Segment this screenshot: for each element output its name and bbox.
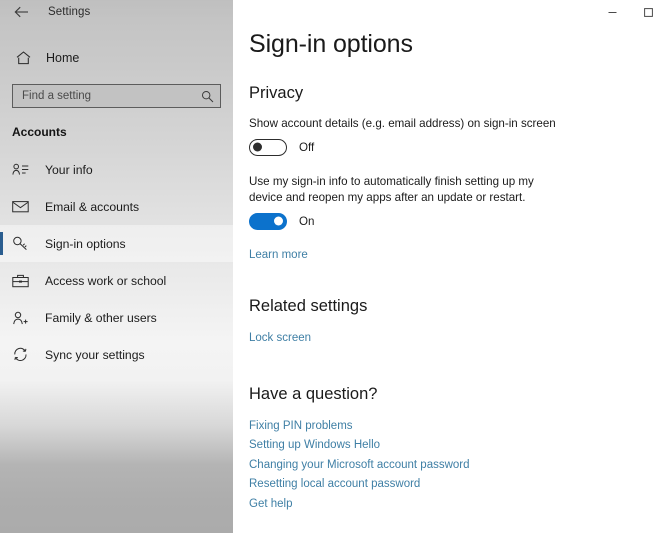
window-title: Settings: [48, 6, 91, 18]
sidebar-item-label: Sign-in options: [45, 236, 126, 251]
home-icon: [12, 48, 34, 68]
maximize-button[interactable]: [630, 0, 666, 24]
toggle-knob: [253, 142, 262, 152]
search-box[interactable]: [12, 84, 221, 108]
get-help-link[interactable]: Get help: [249, 495, 666, 515]
use-sign-in-info-toggle-row: On: [249, 212, 666, 230]
learn-more-link[interactable]: Learn more: [249, 246, 666, 266]
have-a-question-heading: Have a question?: [249, 384, 378, 403]
sidebar-item-label: Email & accounts: [45, 199, 140, 214]
use-sign-in-info-toggle[interactable]: [249, 212, 287, 230]
page-title: Sign-in options: [249, 30, 413, 58]
sync-icon: [12, 347, 34, 362]
envelope-icon: [12, 200, 34, 213]
main-content: Sign-in options Privacy Show account det…: [233, 0, 666, 533]
show-account-details-toggle[interactable]: [249, 138, 287, 156]
sidebar-item-home[interactable]: Home: [0, 41, 233, 75]
key-icon: [12, 236, 34, 251]
sidebar-item-label: Family & other users: [45, 310, 157, 325]
back-arrow-icon[interactable]: [8, 2, 34, 22]
resetting-local-account-password-link[interactable]: Resetting local account password: [249, 475, 666, 495]
settings-window: Settings Home Accounts: [0, 0, 666, 533]
privacy-heading: Privacy: [249, 84, 304, 102]
sidebar-item-sign-in-options[interactable]: Sign-in options: [0, 225, 233, 262]
sidebar-group-title: Accounts: [12, 125, 67, 139]
sidebar-item-email-accounts[interactable]: Email & accounts: [0, 188, 233, 225]
fixing-pin-problems-link[interactable]: Fixing PIN problems: [249, 417, 666, 437]
show-account-details-description: Show account details (e.g. email address…: [249, 117, 556, 130]
title-bar: Settings: [0, 0, 233, 24]
sidebar-item-your-info[interactable]: Your info: [0, 151, 233, 188]
your-info-icon: [12, 163, 34, 176]
search-icon[interactable]: [201, 90, 214, 103]
briefcase-icon: [12, 274, 34, 288]
use-sign-in-info-state: On: [299, 214, 315, 228]
home-label: Home: [46, 51, 80, 65]
use-sign-in-info-description: Use my sign-in info to automatically fin…: [249, 174, 534, 205]
search-input[interactable]: [22, 85, 201, 107]
person-add-icon: [12, 311, 34, 325]
sidebar-nav: Your info Email & accounts Sign-in optio…: [0, 151, 233, 373]
show-account-details-state: Off: [299, 140, 315, 154]
minimize-button[interactable]: [594, 0, 630, 24]
show-account-details-toggle-row: Off: [249, 138, 666, 156]
have-a-question-links: Fixing PIN problems Setting up Windows H…: [249, 417, 666, 515]
sidebar-item-family-other-users[interactable]: Family & other users: [0, 299, 233, 336]
sidebar-item-sync-your-settings[interactable]: Sync your settings: [0, 336, 233, 373]
lock-screen-link[interactable]: Lock screen: [249, 329, 666, 349]
sidebar-item-label: Access work or school: [45, 273, 167, 288]
sidebar-item-label: Your info: [45, 162, 93, 177]
window-controls: [594, 0, 666, 24]
related-settings-heading: Related settings: [249, 297, 368, 315]
changing-microsoft-account-password-link[interactable]: Changing your Microsoft account password: [249, 456, 666, 476]
toggle-knob: [274, 216, 283, 226]
sidebar: Settings Home Accounts: [0, 0, 233, 533]
sidebar-item-label: Sync your settings: [45, 347, 145, 362]
setting-up-windows-hello-link[interactable]: Setting up Windows Hello: [249, 436, 666, 456]
sidebar-item-access-work-school[interactable]: Access work or school: [0, 262, 233, 299]
